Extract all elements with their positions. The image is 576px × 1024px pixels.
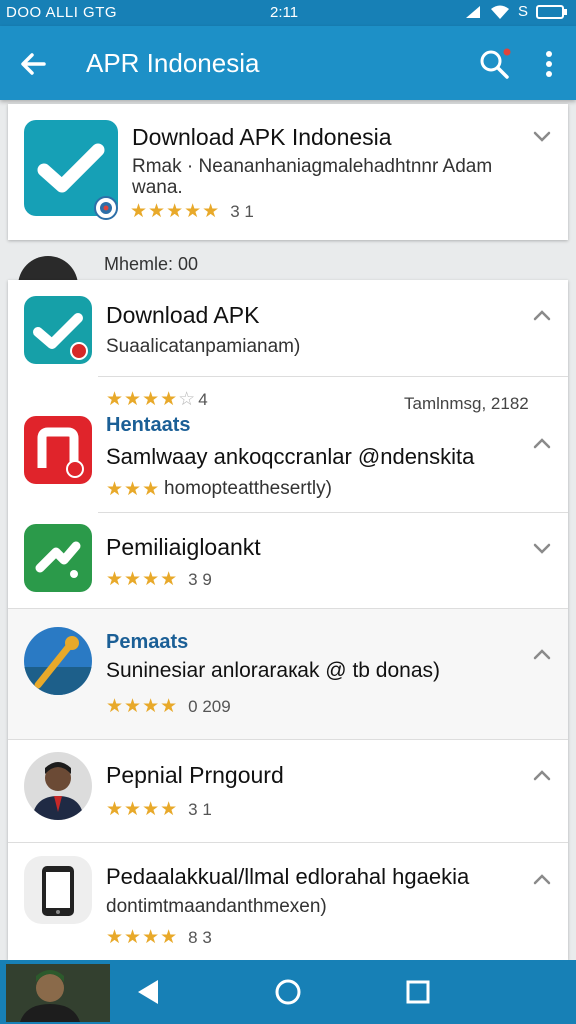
list-item-subtitle: homopteatthesertly) [164,478,332,499]
list-item-category: Hentaats [106,414,191,436]
featured-app-subtitle-2: wana. [132,177,183,198]
list-item-rating: ★★★★☆ 4 [106,389,208,410]
divider [98,376,568,377]
avatar [24,752,92,820]
navigation-bar [0,960,576,1024]
list-item-subtitle: dontimtmaandanthmexen) [106,896,327,917]
phone-app-icon [24,856,92,924]
app-list: Download APK Suaalicatanpamianam) ★★★★☆ 4… [8,280,568,960]
list-item-rating: ★★★★ 3 1 [106,799,212,820]
back-icon[interactable] [130,974,166,1010]
rating-count: 4 [198,390,208,409]
badge-icon [66,460,84,478]
list-item-subtitle: Suaalicatanpamianam) [106,336,301,357]
status-left-text: DOO ALLI GTG [6,4,118,21]
search-icon[interactable] [476,46,512,82]
list-item[interactable]: Pemaats Suninesiar anloraraкak @ tb dona… [8,609,568,739]
divider [8,842,568,843]
green-app-icon [24,524,92,592]
rating-count: 0 209 [188,697,231,716]
rating-count: 8 3 [188,928,212,947]
recents-icon[interactable] [400,974,436,1010]
list-item-name: Samlwaay ankoqccranlar @ndenskita [106,444,475,469]
list-item-date: Tamlnmsg, 2182 [404,394,529,413]
list-item-category: Pemaats [106,631,189,653]
rating-count: 3 9 [188,570,212,589]
signal-icon [465,5,480,18]
badge-icon [70,342,88,360]
status-icons: S [464,3,568,20]
page-title: APR Indonesia [86,48,260,78]
list-item-name: Pemiliaigloankt [106,534,261,560]
chevron-down-icon[interactable] [532,130,552,144]
chevron-up-icon[interactable] [532,872,552,886]
photo-app-icon [24,627,92,695]
list-item-substars: ★★★ [106,479,161,500]
list-item-rating: ★★★★ 8 3 [106,927,212,948]
peek-label: Mhemle: 00 [104,254,199,274]
rating-count: 3 1 [188,800,212,819]
featured-app-subtitle: Rmak · Neananhaniagmalehadhtnnr Adam [132,156,493,177]
featured-rating-count: 3 1 [230,202,254,221]
back-arrow-icon[interactable] [18,48,50,80]
list-item-name: Suninesiar anloraraкak @ tb donas) [106,659,441,682]
app-bar: APR Indonesia [0,26,576,100]
list-item-name: Pedaalakkual/llmal edlorahal hgaekia [106,864,470,889]
chevron-down-icon[interactable] [532,542,552,556]
peek-row: Mhemle: 00 [8,244,568,286]
photo-icon [24,636,92,695]
list-item-rating: ★★★★ 3 9 [106,569,212,590]
avatar-icon [32,762,84,820]
more-vert-icon[interactable] [540,48,558,80]
wifi-icon [490,5,509,19]
divider [98,512,568,513]
share-icon [35,541,81,578]
chevron-up-icon[interactable] [532,308,552,322]
chevron-up-icon[interactable] [532,436,552,450]
status-right-text: S [517,3,528,20]
list-item-name: Pepnial Prngourd [106,762,284,788]
chevron-up-icon[interactable] [532,768,552,782]
list-item-name: Download APK [106,302,260,328]
featured-app-card[interactable]: Download APK Indonesia Rmak · Neananhani… [8,104,568,240]
chevron-up-icon[interactable] [532,647,552,661]
list-item-rating: ★★★★ 0 209 [106,696,231,717]
divider [8,739,568,740]
featured-badge-icon [94,196,118,220]
home-icon[interactable] [270,974,306,1010]
phone-icon [42,866,74,916]
camera-thumbnail[interactable] [6,964,110,1022]
battery-icon [536,4,567,19]
status-bar: DOO ALLI GTG 2:11 S [0,0,576,26]
featured-rating: ★★★★★ 3 1 [130,201,254,222]
status-time: 2:11 [270,4,299,21]
featured-app-name: Download APK Indonesia [132,124,392,150]
